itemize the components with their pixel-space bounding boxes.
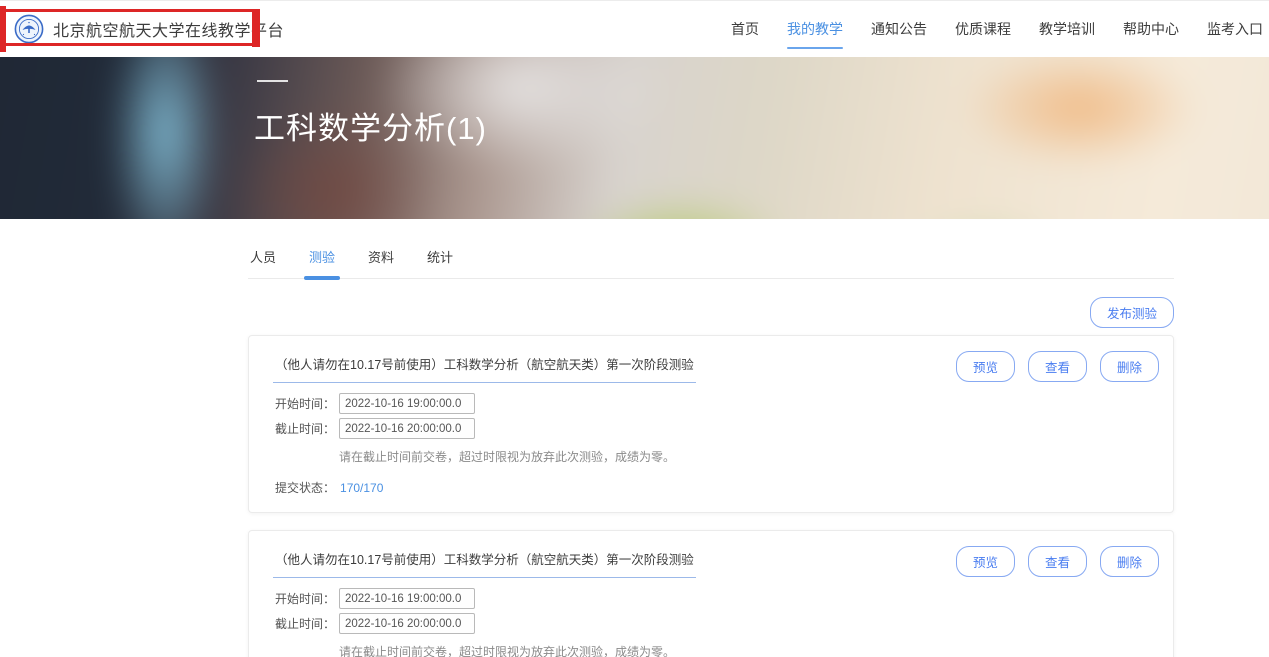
tab-materials[interactable]: 资料 [368,247,394,266]
publish-quiz-button[interactable]: 发布测验 [1090,297,1174,328]
end-time-label: 截止时间： [275,615,339,632]
hero-dash [257,80,288,82]
quiz-card: （他人请勿在10.17号前使用）工科数学分析（航空航天类）第一次阶段测验 预览 … [248,530,1174,657]
start-time-label: 开始时间： [275,395,339,412]
nav-item-proctor-entry[interactable]: 监考入口 [1207,13,1263,45]
main-nav: 首页 我的教学 通知公告 优质课程 教学培训 帮助中心 监考入口 [731,13,1263,45]
platform-logo[interactable]: 北京航空航天大学在线教学平台 [14,14,284,44]
quiz-card: （他人请勿在10.17号前使用）工科数学分析（航空航天类）第一次阶段测验 预览 … [248,335,1174,513]
banner-background-image [0,57,1269,219]
university-seal-icon [14,14,44,44]
nav-item-teacher-training[interactable]: 教学培训 [1039,13,1095,45]
nav-item-home[interactable]: 首页 [731,13,759,45]
top-header: 北京航空航天大学在线教学平台 首页 我的教学 通知公告 优质课程 教学培训 帮助… [0,0,1269,57]
tab-quizzes[interactable]: 测验 [309,247,335,266]
quiz-title: （他人请勿在10.17号前使用）工科数学分析（航空航天类）第一次阶段测验 [273,349,696,383]
submission-status-link[interactable]: 170/170 [340,481,383,495]
end-time-label: 截止时间： [275,420,339,437]
tab-statistics[interactable]: 统计 [427,247,453,266]
view-button[interactable]: 查看 [1028,546,1087,577]
course-title: 工科数学分析(1) [254,103,487,148]
course-banner: 工科数学分析(1) [0,57,1269,219]
delete-button[interactable]: 删除 [1100,351,1159,382]
platform-title: 北京航空航天大学在线教学平台 [53,17,284,41]
quiz-title: （他人请勿在10.17号前使用）工科数学分析（航空航天类）第一次阶段测验 [273,544,696,578]
submission-status-label: 提交状态： [275,479,335,496]
preview-button[interactable]: 预览 [956,351,1015,382]
end-time-input[interactable] [339,418,475,439]
start-time-input[interactable] [339,588,475,609]
quiz-toolbar: 发布测验 [248,297,1174,328]
nav-item-quality-courses[interactable]: 优质课程 [955,13,1011,45]
start-time-label: 开始时间： [275,590,339,607]
view-button[interactable]: 查看 [1028,351,1087,382]
end-time-input[interactable] [339,613,475,634]
quiz-actions: 预览 查看 删除 [956,349,1159,382]
deadline-note: 请在截止时间前交卷，超过时限视为放弃此次测验，成绩为零。 [339,643,1159,657]
nav-item-notices[interactable]: 通知公告 [871,13,927,45]
delete-button[interactable]: 删除 [1100,546,1159,577]
course-tabs: 人员 测验 资料 统计 [248,247,1174,279]
main-content: 人员 测验 资料 统计 发布测验 （他人请勿在10.17号前使用）工科数学分析（… [248,247,1174,657]
deadline-note: 请在截止时间前交卷，超过时限视为放弃此次测验，成绩为零。 [339,448,1159,465]
nav-item-my-teaching[interactable]: 我的教学 [787,13,843,45]
preview-button[interactable]: 预览 [956,546,1015,577]
start-time-input[interactable] [339,393,475,414]
nav-item-help-center[interactable]: 帮助中心 [1123,13,1179,45]
tab-members[interactable]: 人员 [250,247,276,266]
quiz-actions: 预览 查看 删除 [956,544,1159,577]
